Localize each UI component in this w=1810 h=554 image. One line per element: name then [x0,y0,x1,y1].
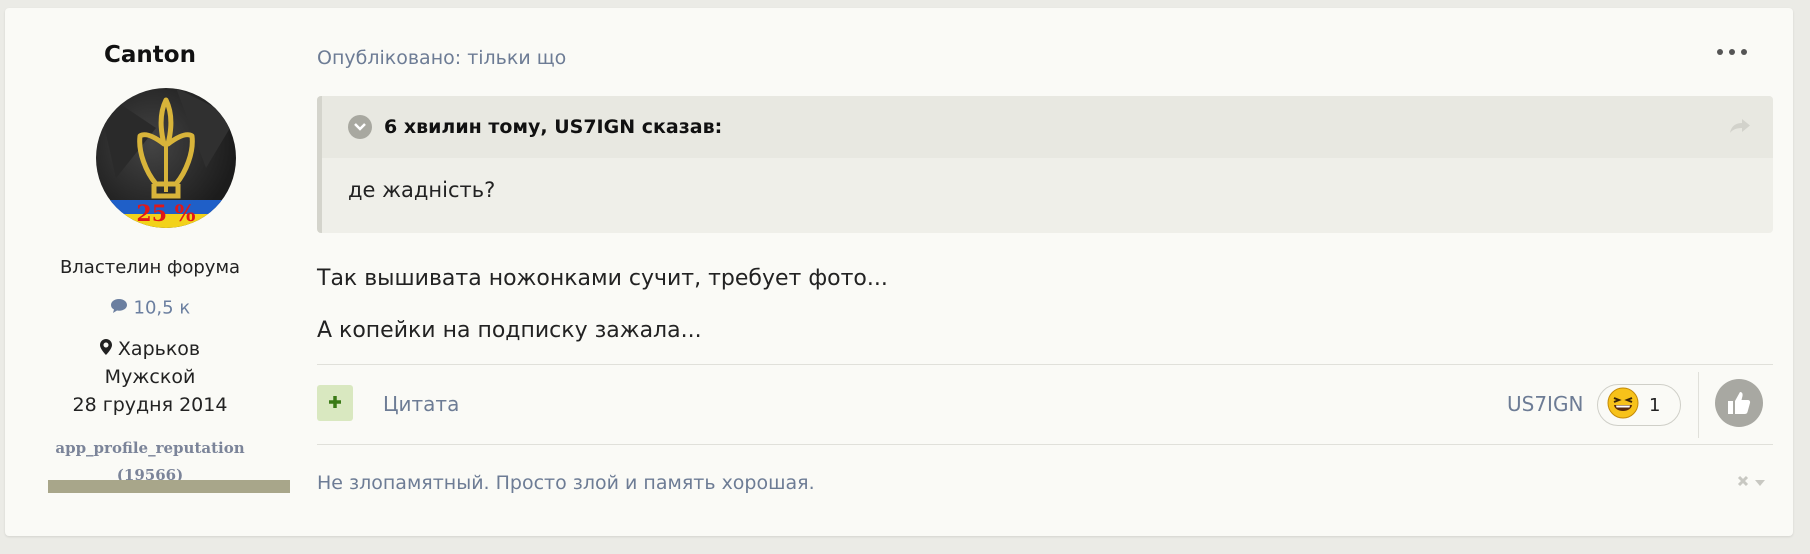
laughing-emoji-icon [1607,387,1639,423]
forum-post: Canton 25 % Властелин форума 10,5 к Харь… [5,8,1793,536]
quote-text: де жадність? [348,178,496,202]
chevron-down-icon[interactable] [348,115,372,139]
map-marker-icon [99,338,118,360]
caret-down-icon[interactable] [1754,473,1766,491]
author-joined-date: 28 грудня 2014 [72,394,228,416]
reaction-user-link[interactable]: US7IGN [1507,392,1583,416]
quote-citation[interactable]: 6 хвилин тому, US7IGN сказав: [384,116,722,138]
author-gender: Мужской [104,366,196,388]
author-location: Харьков [5,338,295,360]
post-count-value: 10,5 к [133,297,191,319]
reputation-label: app_profile_reputation [55,439,245,457]
multiquote-plus-button[interactable] [317,385,353,421]
divider [317,364,1773,365]
divider-vertical [1698,372,1699,438]
author-post-count[interactable]: 10,5 к [5,297,295,319]
author-panel: Canton 25 % Властелин форума 10,5 к Харь… [5,8,295,536]
quote-button[interactable]: Цитата [383,392,459,416]
blockquote: 6 хвилин тому, US7IGN сказав: де жадніст… [317,96,1773,233]
author-name[interactable]: Canton [5,42,295,68]
reaction-pill[interactable]: 1 [1597,384,1681,426]
post-text-line: Так вышивата ножонками сучит, требует фо… [317,266,888,291]
divider [317,444,1773,445]
share-icon[interactable] [1729,118,1751,139]
quote-header: 6 хвилин тому, US7IGN сказав: [322,96,1773,158]
close-icon[interactable] [1737,473,1754,491]
author-title: Властелин форума [59,257,241,278]
reputation-bar [48,480,290,493]
signature-text: Не злопамятный. Просто злой и память хор… [317,472,815,494]
post-text-line: А копейки на подписку зажала... [317,318,702,343]
location-text: Харьков [117,338,201,360]
thumbs-up-icon[interactable] [1715,379,1763,427]
post-date[interactable]: Опубліковано: тільки що [317,47,566,69]
ellipsis-icon[interactable] [1717,44,1747,60]
reaction-count: 1 [1649,394,1661,416]
avatar-percent: 25 % [136,201,195,227]
avatar[interactable]: 25 % [96,88,236,228]
comment-icon [110,298,134,319]
plus-icon [328,394,342,413]
signature-controls[interactable] [1737,473,1766,491]
